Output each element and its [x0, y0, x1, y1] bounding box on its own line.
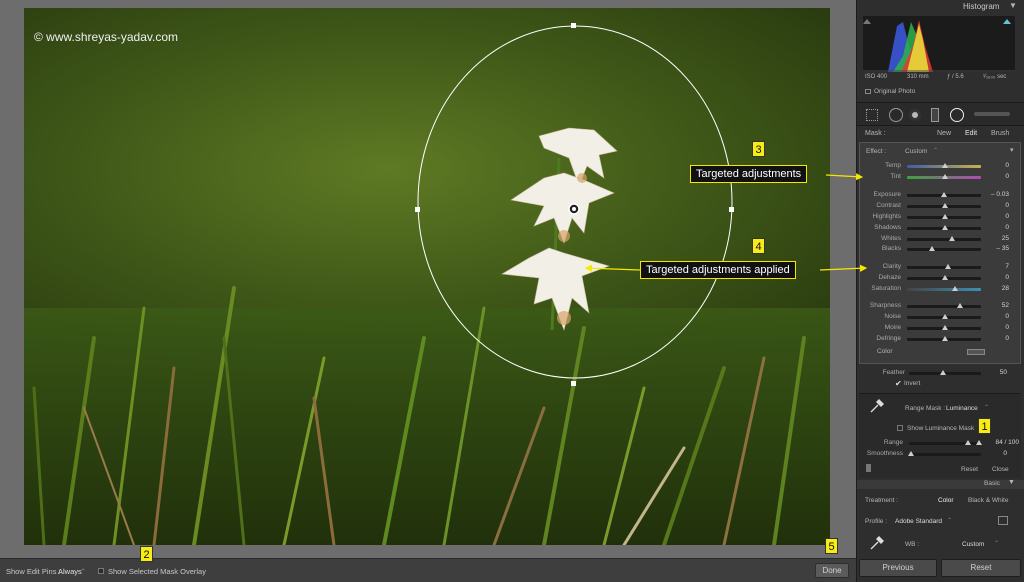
callout-number-5: 5 — [825, 538, 838, 554]
callout-number-2: 2 — [140, 546, 153, 562]
callout-arrows — [584, 173, 868, 272]
callout-targeted-adjustments-applied: Targeted adjustments applied — [640, 261, 796, 279]
callout-number-4: 4 — [752, 238, 765, 254]
callout-targeted-adjustments: Targeted adjustments — [690, 165, 808, 183]
callout-number-1: 1 — [978, 418, 991, 434]
callout-number-3: 3 — [752, 141, 765, 157]
